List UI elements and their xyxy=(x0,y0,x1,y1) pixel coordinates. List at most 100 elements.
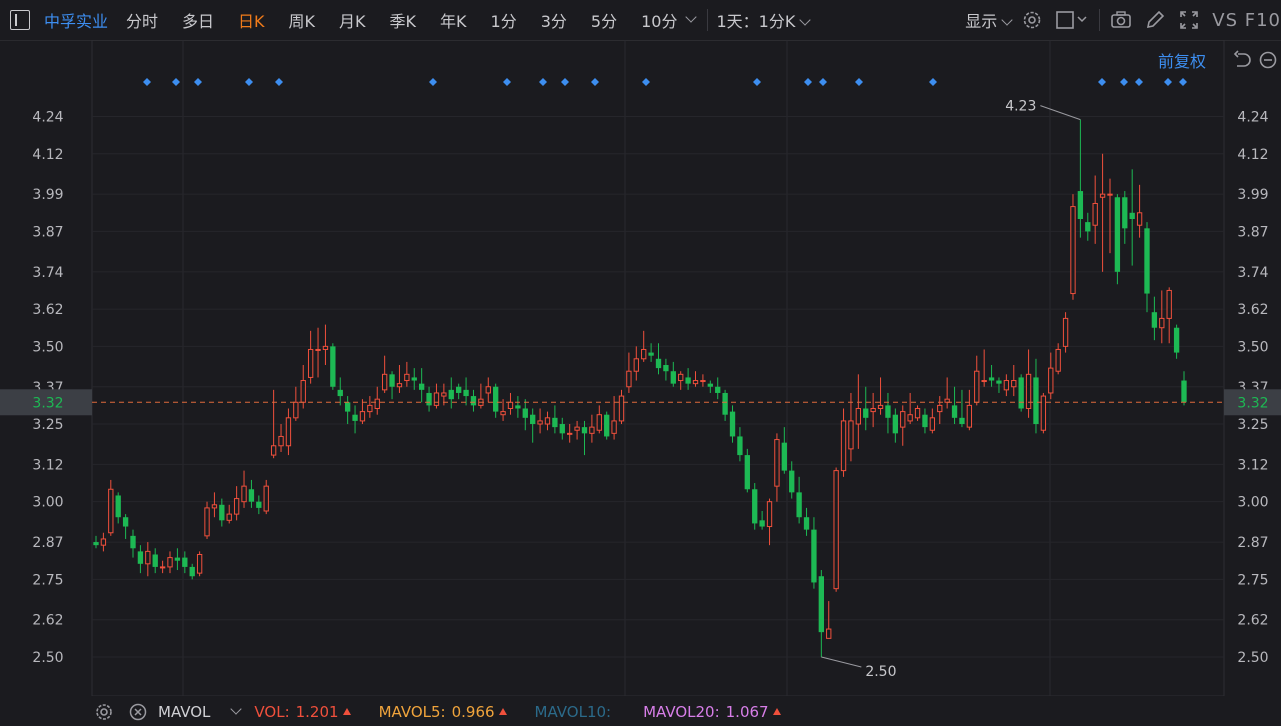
candle-body-down xyxy=(744,455,750,490)
gear-icon[interactable] xyxy=(1021,9,1043,31)
candle-body-up xyxy=(1099,193,1106,198)
candle-body-up xyxy=(1062,317,1069,347)
candle-body-down xyxy=(663,365,669,372)
candle-body-up xyxy=(241,485,247,503)
more-periods-chevron-icon[interactable] xyxy=(685,11,698,23)
y-tick-right: 3.12 xyxy=(1237,457,1268,473)
tab-weekly-k[interactable]: 周K xyxy=(277,8,328,32)
candle-body-down xyxy=(707,383,713,387)
indicator-footer: MAVOL VOL: 1.201 MAVOL5: 0.966 MAVOL10: … xyxy=(0,698,1281,726)
divider xyxy=(1099,9,1101,31)
candle-body-up xyxy=(848,420,854,450)
chart-controls xyxy=(1232,50,1278,70)
kline-chart[interactable]: 4.24 4.24 4.12 4.12 3.99 3.99 3.87 3.87 3.74 3.74… xyxy=(0,39,1281,697)
display-menu[interactable]: 显示 xyxy=(961,8,1015,32)
candle-body-up xyxy=(433,392,440,406)
candle-body-up xyxy=(641,348,647,360)
sidebar-toggle-icon[interactable] xyxy=(10,10,30,30)
indicator-name[interactable]: MAVOL xyxy=(158,703,210,721)
fullscreen-icon[interactable] xyxy=(1178,9,1200,31)
candle-body-up xyxy=(981,380,987,383)
candle-body-up xyxy=(322,345,329,350)
y-tick-left: 2.75 xyxy=(32,572,63,588)
candle-body-down xyxy=(951,405,958,418)
event-marker-icon xyxy=(1164,78,1172,86)
y-tick-left: 3.12 xyxy=(32,457,63,473)
candle-body-down xyxy=(530,414,536,425)
min-price-label: 2.50 xyxy=(865,664,896,680)
tab-intraday[interactable]: 分时 xyxy=(114,8,170,32)
tab-5min[interactable]: 5分 xyxy=(579,8,629,32)
candle-body-up xyxy=(270,445,277,456)
candle-body-down xyxy=(559,424,565,434)
tab-multi-day[interactable]: 多日 xyxy=(170,8,226,32)
tab-yearly-k[interactable]: 年K xyxy=(428,8,479,32)
candle-body-up xyxy=(914,407,921,419)
candle-body-down xyxy=(515,405,521,409)
pencil-icon[interactable] xyxy=(1144,9,1166,31)
y-tick-right: 4.24 xyxy=(1237,110,1268,126)
candle-body-down xyxy=(863,408,869,418)
tab-1min[interactable]: 1分 xyxy=(479,8,529,32)
candlestick-chart[interactable]: 4.24 4.24 4.12 4.12 3.99 3.99 3.87 3.87 3.74 3.74… xyxy=(0,39,1281,697)
gear-icon[interactable] xyxy=(94,702,114,722)
candle-body-up xyxy=(826,628,832,639)
stock-name[interactable]: 中孚实业 xyxy=(44,8,108,32)
event-marker-icon xyxy=(855,78,863,86)
candle-body-down xyxy=(737,436,743,456)
adjust-mode-button[interactable]: 前复权 xyxy=(1158,48,1206,72)
candle-body-down xyxy=(922,414,928,428)
y-tick-right: 3.62 xyxy=(1237,302,1268,318)
candle-body-up xyxy=(692,380,699,385)
event-marker-icon xyxy=(539,78,547,86)
zoom-out-icon[interactable] xyxy=(1258,50,1278,70)
divider xyxy=(707,9,709,31)
tab-10min[interactable]: 10分 xyxy=(629,8,681,32)
candle-body-up xyxy=(485,386,491,394)
candle-body-up xyxy=(567,432,573,435)
candle-body-up xyxy=(537,420,543,425)
tab-monthly-k[interactable]: 月K xyxy=(327,8,378,32)
tab-3min[interactable]: 3分 xyxy=(529,8,579,32)
mavol10-label: MAVOL10: xyxy=(534,703,612,721)
event-marker-icon xyxy=(503,78,511,86)
camera-icon[interactable] xyxy=(1110,9,1132,31)
candle-body-down xyxy=(1085,222,1091,232)
candle-body-down xyxy=(1151,312,1158,328)
candle-body-up xyxy=(300,380,306,403)
candle-body-up xyxy=(145,550,151,565)
candle-body-down xyxy=(1129,212,1135,220)
candle-body-down xyxy=(1181,380,1187,403)
period-select[interactable]: 1天：1分K xyxy=(712,8,813,32)
vs-f10-button[interactable]: VS F10 xyxy=(1212,10,1281,31)
candle-body-down xyxy=(470,396,477,406)
reset-icon[interactable] xyxy=(1232,50,1252,70)
candle-body-up xyxy=(278,435,284,447)
y-tick-left: 3.99 xyxy=(32,187,63,203)
candle-body-up xyxy=(507,401,514,409)
indicator-chevron-icon[interactable] xyxy=(230,703,243,715)
candle-body-up xyxy=(441,392,447,397)
candle-body-up xyxy=(633,358,639,372)
candle-body-down xyxy=(137,551,144,564)
candle-body-down xyxy=(1114,197,1121,272)
candle-body-up xyxy=(907,414,913,422)
mavol20-label: MAVOL20: xyxy=(643,703,720,721)
candle-body-down xyxy=(337,389,343,397)
y-tick-right: 3.87 xyxy=(1237,224,1268,240)
tab-quarterly-k[interactable]: 季K xyxy=(378,8,429,32)
tab-daily-k[interactable]: 日K xyxy=(226,8,277,32)
candle-body-down xyxy=(522,408,528,418)
candle-body-down xyxy=(389,374,395,387)
chart-style-icon[interactable] xyxy=(1055,9,1089,31)
max-pointer-line xyxy=(1040,105,1081,121)
event-marker-icon xyxy=(561,78,569,86)
close-icon[interactable] xyxy=(128,702,148,722)
event-marker-icon xyxy=(275,78,283,86)
candle-body-down xyxy=(456,386,462,393)
display-label: 显示 xyxy=(965,12,998,31)
vol-label: VOL: xyxy=(254,703,290,721)
event-marker-icon xyxy=(1120,78,1128,86)
candle-body-up xyxy=(285,417,292,447)
candle-body-down xyxy=(1033,377,1039,425)
